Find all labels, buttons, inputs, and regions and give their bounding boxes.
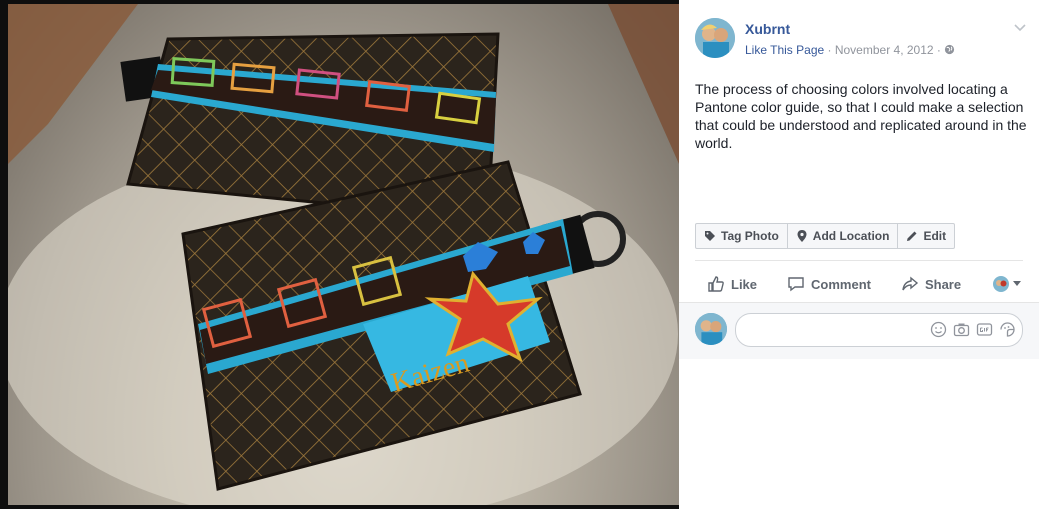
like-button[interactable]: Like: [707, 275, 757, 293]
share-label: Share: [924, 276, 962, 292]
edit-label: Edit: [923, 229, 947, 243]
comment-composer: [679, 302, 1039, 359]
location-pin-icon: [797, 230, 807, 242]
pencil-icon: [907, 231, 917, 241]
chevron-down-icon[interactable]: [1013, 20, 1027, 34]
share-button[interactable]: Share: [901, 275, 961, 293]
post-panel: Xubrnt Like This Page · November 4, 2012…: [679, 0, 1039, 509]
post-photo[interactable]: Kaizen: [8, 4, 679, 505]
tag-photo-label: Tag Photo: [721, 229, 779, 243]
photo-actions-bar: Tag Photo Add Location Edit: [695, 223, 956, 249]
photo-illustration: Kaizen: [8, 4, 679, 505]
like-label: Like: [731, 276, 758, 292]
post-header: Xubrnt Like This Page · November 4, 2012…: [695, 18, 1027, 64]
meta-separator: ·: [824, 43, 835, 57]
comment-bubble-icon: [788, 277, 804, 292]
sticker-icon[interactable]: [999, 321, 1016, 338]
caret-down-icon: [1013, 281, 1021, 286]
globe-icon: [945, 44, 955, 55]
meta-separator-2: ·: [933, 43, 945, 57]
ufi-divider-top: [695, 260, 1023, 261]
share-arrow-icon: [902, 276, 919, 291]
edit-button[interactable]: Edit: [898, 224, 954, 248]
photo-viewer: Kaizen: [0, 0, 679, 509]
comment-tools: [930, 321, 1016, 338]
emoji-icon[interactable]: [930, 321, 947, 338]
profile-avatar-icon: [993, 276, 1009, 292]
like-page-link[interactable]: Like This Page: [745, 43, 824, 57]
comment-button[interactable]: Comment: [787, 275, 871, 293]
comment-label: Comment: [811, 276, 871, 292]
post-as-selector[interactable]: [993, 276, 1021, 292]
post-caption: The process of choosing colors involved …: [695, 81, 1027, 151]
add-location-button[interactable]: Add Location: [788, 224, 899, 248]
post-meta: Like This Page · November 4, 2012 ·: [745, 43, 955, 57]
thumbs-up-icon: [708, 276, 724, 292]
gif-icon[interactable]: [976, 321, 993, 338]
page-name-link[interactable]: Xubrnt: [745, 21, 790, 37]
tag-icon: [705, 231, 715, 241]
tag-photo-button[interactable]: Tag Photo: [696, 224, 788, 248]
commenter-avatar: [695, 313, 727, 345]
comment-input[interactable]: [735, 313, 1023, 347]
camera-icon[interactable]: [953, 321, 970, 338]
post-date[interactable]: November 4, 2012: [835, 43, 934, 57]
post-actions: Like Comment Share: [695, 268, 1025, 300]
add-location-label: Add Location: [812, 229, 890, 243]
page-avatar[interactable]: [695, 18, 735, 58]
